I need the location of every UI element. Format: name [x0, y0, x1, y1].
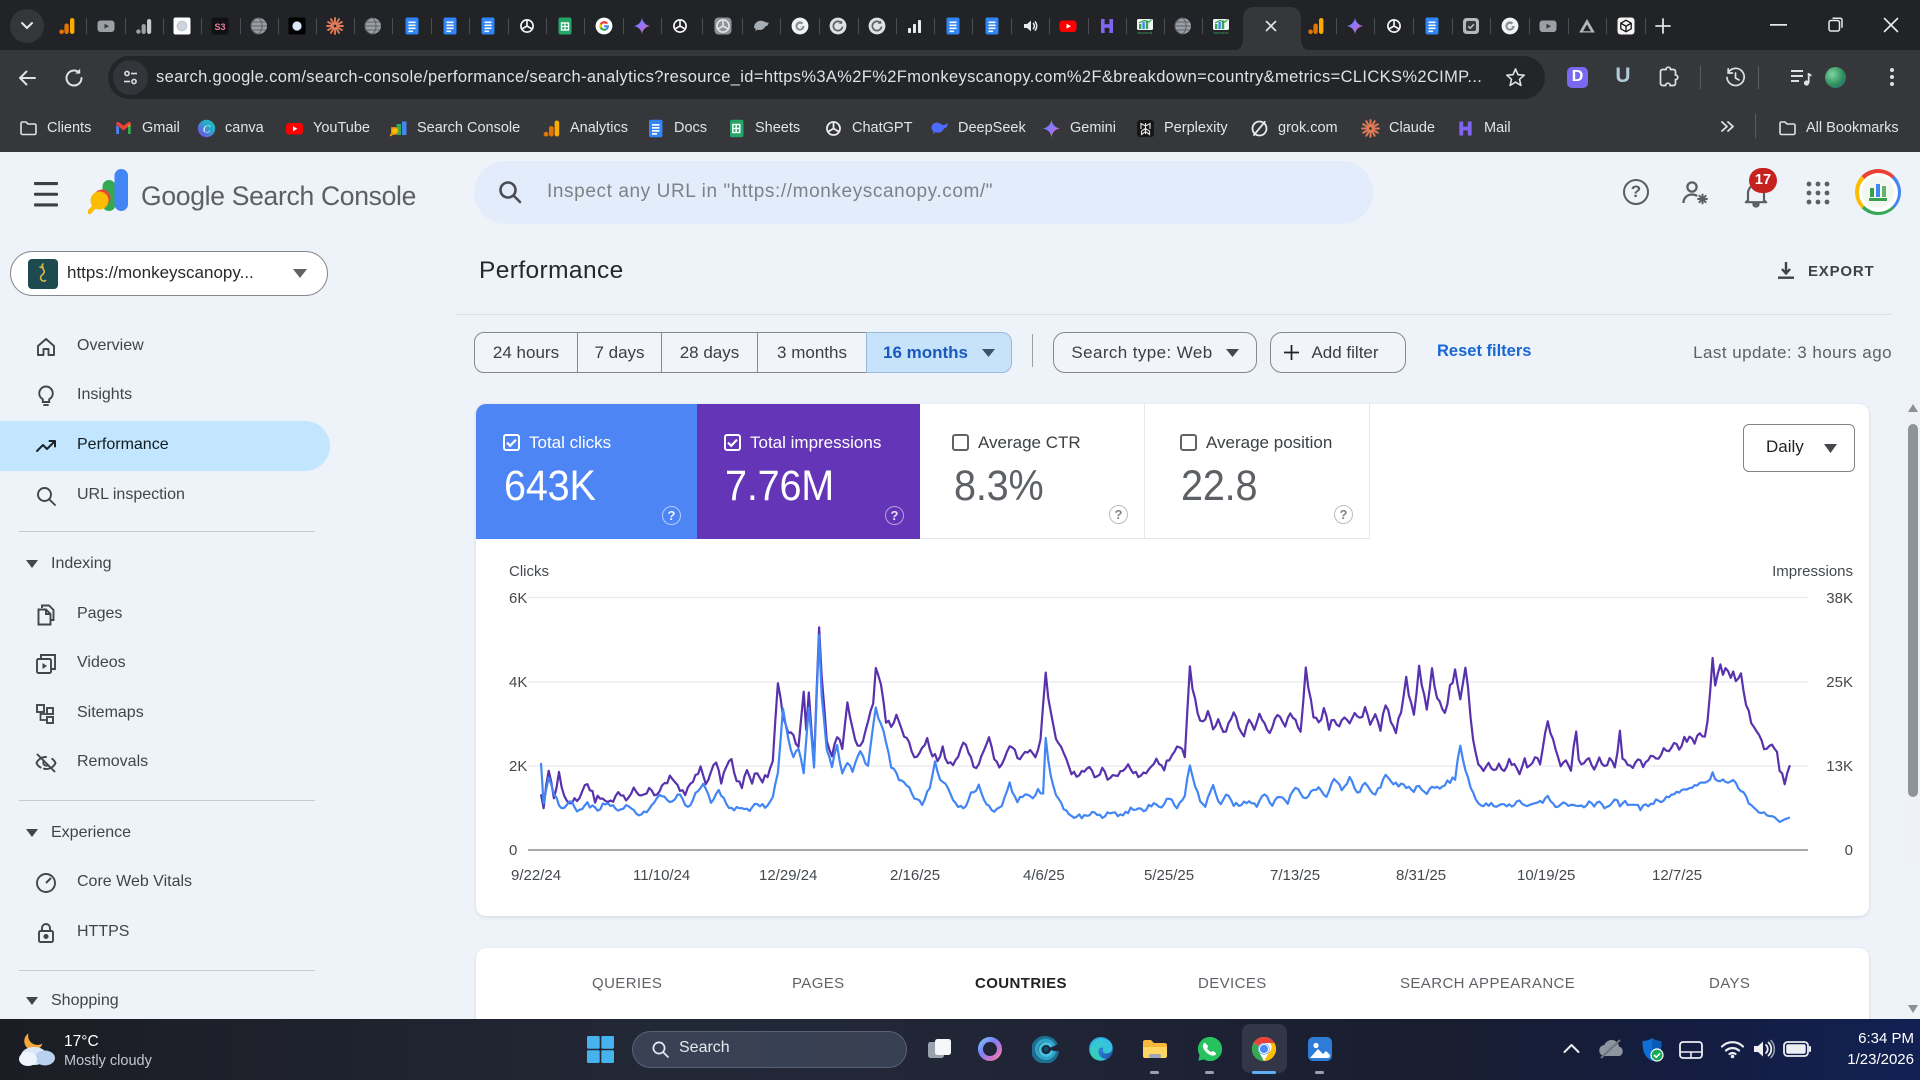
- svg-text:C: C: [203, 123, 211, 135]
- svg-text:keywords: keywords: [1214, 31, 1229, 35]
- svg-text:keywords: keywords: [1138, 31, 1153, 35]
- svg-text:S3: S3: [214, 22, 225, 32]
